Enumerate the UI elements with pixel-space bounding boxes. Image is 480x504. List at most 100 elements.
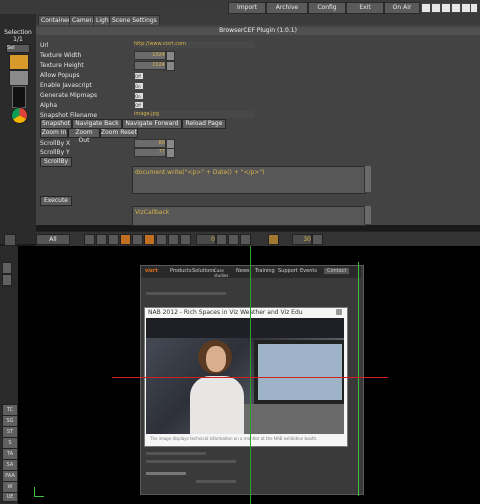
scrollby-x-label: ScrollBy X [40,140,71,147]
photo-person-body [190,376,244,434]
callback-textarea[interactable]: VizCallback [132,206,366,226]
transform-icon[interactable] [9,70,29,86]
scrollby-y-field[interactable]: 77 [134,148,166,157]
scrollby-x-field[interactable]: 80 [134,139,166,148]
on-air-button[interactable]: On Air [384,2,420,14]
nav-news: News [236,268,250,274]
zoom-reset-button[interactable]: Zoom Reset [100,128,138,138]
alpha-toggle[interactable]: Off [134,101,144,109]
callback-scrollbar[interactable] [364,206,371,224]
generate-mipmaps-value: On [135,94,141,99]
exit-button[interactable]: Exit [346,2,384,14]
config-button[interactable]: Config [308,2,346,14]
tab-bar: Container Camera Light Scene Settings [36,14,480,26]
chrome-plugin-icon[interactable] [11,107,28,124]
page-text-line-4 [196,480,236,483]
frame-down-icon[interactable] [240,234,251,245]
alpha-label: Alpha [40,102,58,109]
allow-popups-toggle[interactable]: Off [134,72,144,80]
all-dropdown[interactable]: All [36,234,70,245]
allow-popups-value: Off [135,74,141,79]
nav-solutions: Solutions [192,268,215,274]
modal-title: NAB 2012 - Rich Spaces in Viz Weather an… [148,309,303,316]
enable-javascript-value: On [135,84,141,89]
snapshot-filename-field[interactable]: image.jpg [134,111,254,118]
keyframe-icon[interactable] [268,234,279,245]
goto-end-icon[interactable] [168,234,179,245]
site-logo: vizrt [145,268,158,274]
layout-icon-4[interactable] [451,3,461,13]
photo-ceiling [146,318,344,338]
page-text-line-1 [146,452,206,455]
execute-button[interactable]: Execute [40,196,72,206]
nav-contact: Contact [324,268,350,274]
scrollby-button[interactable]: ScrollBy [40,157,72,167]
close-icon [336,309,342,315]
import-button[interactable]: Import [228,2,266,14]
photo-caption: The image displays technical information… [150,436,318,441]
animation-toolbar: All 0 30 [36,231,480,247]
texture-height-label: Texture Height [40,62,84,69]
archive-button[interactable]: Archive [266,2,308,14]
texture-width-spinner[interactable] [166,51,175,61]
fps-field[interactable]: 30 [292,234,312,245]
alpha-value: Off [135,103,141,108]
alpha-icon[interactable] [12,86,26,108]
axis-x-indicator [34,496,44,497]
url-label: Url [40,42,49,49]
goto-start-icon[interactable] [84,234,95,245]
step-back-icon[interactable] [96,234,107,245]
play-icon[interactable] [132,234,143,245]
zoom-out-button[interactable]: Zoom Out [68,128,100,144]
nav-support: Support [278,268,298,274]
center-guide-vertical [250,246,251,504]
enable-javascript-label: Enable Javascript [40,82,92,89]
allow-popups-label: Allow Popups [40,72,80,79]
snapshot-filename-label: Snapshot Filename [40,112,98,119]
stop-icon[interactable] [120,234,131,245]
selection-header: Selection [4,29,32,36]
zoom-in-button[interactable]: Zoom In [40,128,68,138]
layout-icon-3[interactable] [441,3,451,13]
callback-text: VizCallback [135,209,170,216]
photo-face [206,346,226,372]
photo-monitor [254,340,344,404]
sel-dropdown[interactable]: Sel [6,44,30,53]
viewport-button-ue[interactable]: UE [2,492,18,502]
photo-desk [244,404,344,434]
frame-up-icon[interactable] [228,234,239,245]
script-textarea[interactable]: document.write("<p>" + Date() + "</p>") [132,166,366,194]
texture-height-spinner[interactable] [166,61,175,71]
layout-icon-2[interactable] [431,3,441,13]
play-reverse-icon[interactable] [108,234,119,245]
frame-spinner[interactable] [216,234,227,245]
safe-area-right [358,262,359,496]
frame-field[interactable]: 0 [196,234,216,245]
texture-height-field[interactable]: 1024 [134,61,166,70]
viewport-tool-1[interactable] [2,262,12,274]
nav-training: Training [255,268,275,274]
record-icon[interactable] [144,234,155,245]
texture-width-field[interactable]: 1024 [134,51,166,60]
fps-spinner[interactable] [312,234,323,245]
page-breadcrumb [146,292,226,295]
script-text: document.write("<p>" + Date() + "</p>") [135,169,265,176]
layout-icon-1[interactable] [421,3,431,13]
generate-mipmaps-toggle[interactable]: On [134,92,144,100]
layout-icon-6[interactable] [470,3,478,13]
lock-icon[interactable] [4,234,16,246]
script-scrollbar[interactable] [364,166,371,192]
container-icon[interactable] [9,54,29,70]
page-text-line-3 [146,472,186,475]
url-field[interactable]: http://www.vizrt.com [134,41,254,48]
reload-page-button[interactable]: Reload Page [182,119,226,129]
enable-javascript-toggle[interactable]: On [134,82,144,90]
generate-mipmaps-label: Generate Mipmaps [40,92,98,99]
viewport-tool-2[interactable] [2,274,12,286]
step-forward-icon[interactable] [156,234,167,245]
scrollby-y-spinner[interactable] [166,148,175,158]
nav-events: Events [300,268,317,274]
loop-icon[interactable] [180,234,191,245]
center-guide-horizontal [112,377,388,378]
video-photo [146,318,344,434]
